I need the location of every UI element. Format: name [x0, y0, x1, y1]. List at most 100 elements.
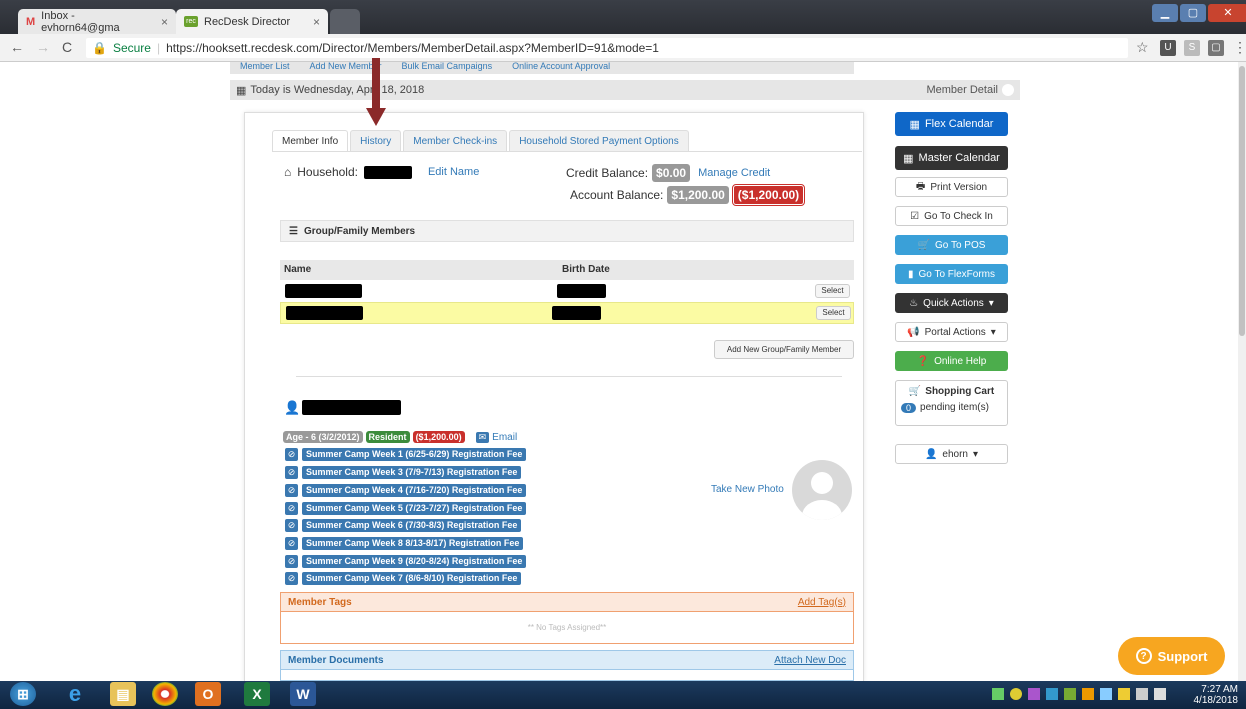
pos-button[interactable]: 🛒 Go To POS — [895, 235, 1008, 255]
volume-icon[interactable] — [1154, 688, 1166, 700]
select-button[interactable]: Select — [816, 306, 851, 320]
outlook-icon[interactable]: O — [195, 682, 221, 706]
registration-item[interactable]: ⊘ Summer Camp Week 7 (8/6-8/10) Registrat… — [285, 572, 522, 585]
maximize-icon[interactable]: ▢ — [1180, 4, 1206, 22]
button-label: Flex Calendar — [924, 118, 994, 130]
extension-icon[interactable]: S — [1184, 40, 1200, 56]
check-in-button[interactable]: ☑ Go To Check In — [895, 206, 1008, 226]
email-link[interactable]: Email — [492, 432, 517, 443]
member-documents-header: Member Documents Attach New Doc — [281, 651, 853, 670]
tray-icon[interactable] — [1064, 688, 1076, 700]
add-family-member-button[interactable]: Add New Group/Family Member — [714, 340, 854, 359]
nav-online-approval[interactable]: Online Account Approval — [512, 62, 610, 74]
tab-gmail[interactable]: M Inbox - evhorn64@gma × — [18, 9, 176, 34]
nav-add-member[interactable]: Add New Member — [310, 62, 382, 74]
tab-recdesk[interactable]: rec RecDesk Director × — [176, 9, 328, 34]
avatar[interactable] — [792, 460, 852, 520]
master-calendar-button[interactable]: ▦ Master Calendar — [895, 146, 1008, 170]
tray-icon[interactable] — [1100, 688, 1112, 700]
back-icon[interactable]: ← — [10, 39, 24, 55]
close-icon[interactable]: × — [161, 15, 168, 29]
registration-item[interactable]: ⊘ Summer Camp Week 4 (7/16-7/20) Registra… — [285, 484, 527, 497]
email-icon[interactable]: ✉ — [475, 431, 490, 443]
nav-member-list[interactable]: Member List — [240, 62, 290, 74]
reload-icon[interactable]: C — [62, 39, 72, 55]
start-icon[interactable]: ⊞ — [10, 682, 36, 706]
folder-icon[interactable]: ▤ — [110, 682, 136, 706]
tab-member-info[interactable]: Member Info — [272, 130, 349, 152]
button-label: Go To Check In — [924, 210, 993, 222]
clock[interactable]: 7:27 AM 4/18/2018 — [1184, 684, 1239, 706]
collapse-icon[interactable] — [1002, 84, 1014, 96]
support-label: Support — [1157, 648, 1208, 664]
forward-icon[interactable]: → — [36, 39, 50, 55]
tab-history[interactable]: History — [350, 130, 402, 152]
portal-actions-button[interactable]: 📢 Portal Actions ▾ — [895, 322, 1008, 342]
tray-icon[interactable] — [1118, 688, 1130, 700]
registration-item[interactable]: ⊘ Summer Camp Week 6 (7/30-8/3) Registrat… — [285, 519, 522, 532]
account-badge: $1,200.00 — [667, 186, 729, 204]
star-icon[interactable]: ☆ — [1136, 39, 1149, 56]
registration-label: Summer Camp Week 9 (8/20-8/24) Registrat… — [302, 555, 527, 568]
print-version-button[interactable]: 🖶 Print Version — [895, 177, 1008, 197]
online-help-button[interactable]: ❓ Online Help — [895, 351, 1008, 371]
edit-name-link[interactable]: Edit Name — [428, 166, 479, 178]
close-window-icon[interactable]: ✕ — [1208, 4, 1246, 22]
user-menu-button[interactable]: 👤 ehorn ▾ — [895, 444, 1008, 464]
fire-icon: ♨ — [909, 297, 919, 309]
tab-member-checkins[interactable]: Member Check-ins — [403, 130, 508, 152]
address-bar[interactable]: 🔒 Secure | https://hooksett.recdesk.com/… — [86, 38, 1128, 58]
shopping-cart-box[interactable]: 🛒 Shopping Cart 0 pending item(s) — [895, 380, 1008, 426]
manage-credit-link[interactable]: Manage Credit — [698, 167, 770, 179]
button-label: Go To POS — [935, 239, 986, 251]
gmail-icon: M — [26, 15, 36, 28]
scrollbar[interactable] — [1238, 62, 1246, 681]
excel-icon[interactable]: X — [244, 682, 270, 706]
tray-icon[interactable] — [1010, 688, 1022, 700]
minimize-icon[interactable]: ▁ — [1152, 4, 1178, 22]
cart-header: 🛒 Shopping Cart — [901, 386, 1002, 397]
menu-icon[interactable]: ⋮ — [1233, 39, 1246, 56]
flexforms-button[interactable]: ▮ Go To FlexForms — [895, 264, 1008, 284]
divider — [296, 376, 842, 377]
tray-icon[interactable] — [1046, 688, 1058, 700]
tab-label: Inbox - evhorn64@gma — [41, 9, 120, 34]
tab-stored-payment[interactable]: Household Stored Payment Options — [509, 130, 689, 152]
button-label: Go To FlexForms — [918, 268, 996, 280]
registration-item[interactable]: ⊘ Summer Camp Week 1 (6/25-6/29) Registra… — [285, 448, 527, 461]
member-badges: Age - 6 (3/2/2012) Resident ($1,200.00) … — [283, 431, 517, 443]
credit-label: Credit Balance: — [566, 166, 649, 180]
annotation-arrow-head — [366, 108, 386, 126]
chrome-icon[interactable] — [152, 682, 178, 706]
extension-icon[interactable]: U — [1160, 40, 1176, 56]
tray-icon[interactable] — [1082, 688, 1094, 700]
add-tags-link[interactable]: Add Tag(s) — [798, 597, 846, 608]
registration-item[interactable]: ⊘ Summer Camp Week 5 (7/23-7/27) Registra… — [285, 502, 527, 515]
quick-actions-button[interactable]: ♨ Quick Actions ▾ — [895, 293, 1008, 313]
home-icon: ⌂ — [284, 165, 292, 179]
extension-icon[interactable]: ▢ — [1208, 40, 1224, 56]
support-button[interactable]: ? Support — [1118, 637, 1225, 675]
scrollbar-thumb[interactable] — [1239, 66, 1245, 336]
registration-label: Summer Camp Week 8 8/13-8/17) Registrati… — [302, 537, 524, 550]
flex-calendar-button[interactable]: ▦ Flex Calendar — [895, 112, 1008, 136]
nav-bulk-email[interactable]: Bulk Email Campaigns — [402, 62, 493, 74]
registration-label: Summer Camp Week 4 (7/16-7/20) Registrat… — [302, 484, 527, 497]
take-photo-link[interactable]: Take New Photo — [711, 484, 784, 495]
internet-explorer-icon[interactable]: e — [62, 682, 88, 706]
registration-item[interactable]: ⊘ Summer Camp Week 8 8/13-8/17) Registrat… — [285, 537, 524, 550]
word-icon[interactable]: W — [290, 682, 316, 706]
close-icon[interactable]: × — [313, 15, 320, 29]
network-icon[interactable] — [1136, 688, 1148, 700]
tray-icon[interactable] — [1028, 688, 1040, 700]
member-documents-panel: Member Documents Attach New Doc — [280, 650, 854, 681]
tray-icon[interactable] — [992, 688, 1004, 700]
account-due-badge: ($1,200.00) — [731, 184, 806, 206]
attach-doc-link[interactable]: Attach New Doc — [774, 655, 846, 666]
select-button[interactable]: Select — [815, 284, 850, 298]
table-row: Select — [280, 281, 854, 301]
registration-item[interactable]: ⊘ Summer Camp Week 3 (7/9-7/13) Registrat… — [285, 466, 522, 479]
new-tab-button[interactable] — [330, 9, 360, 34]
registration-label: Summer Camp Week 3 (7/9-7/13) Registrati… — [302, 466, 522, 479]
registration-item[interactable]: ⊘ Summer Camp Week 9 (8/20-8/24) Registra… — [285, 555, 527, 568]
